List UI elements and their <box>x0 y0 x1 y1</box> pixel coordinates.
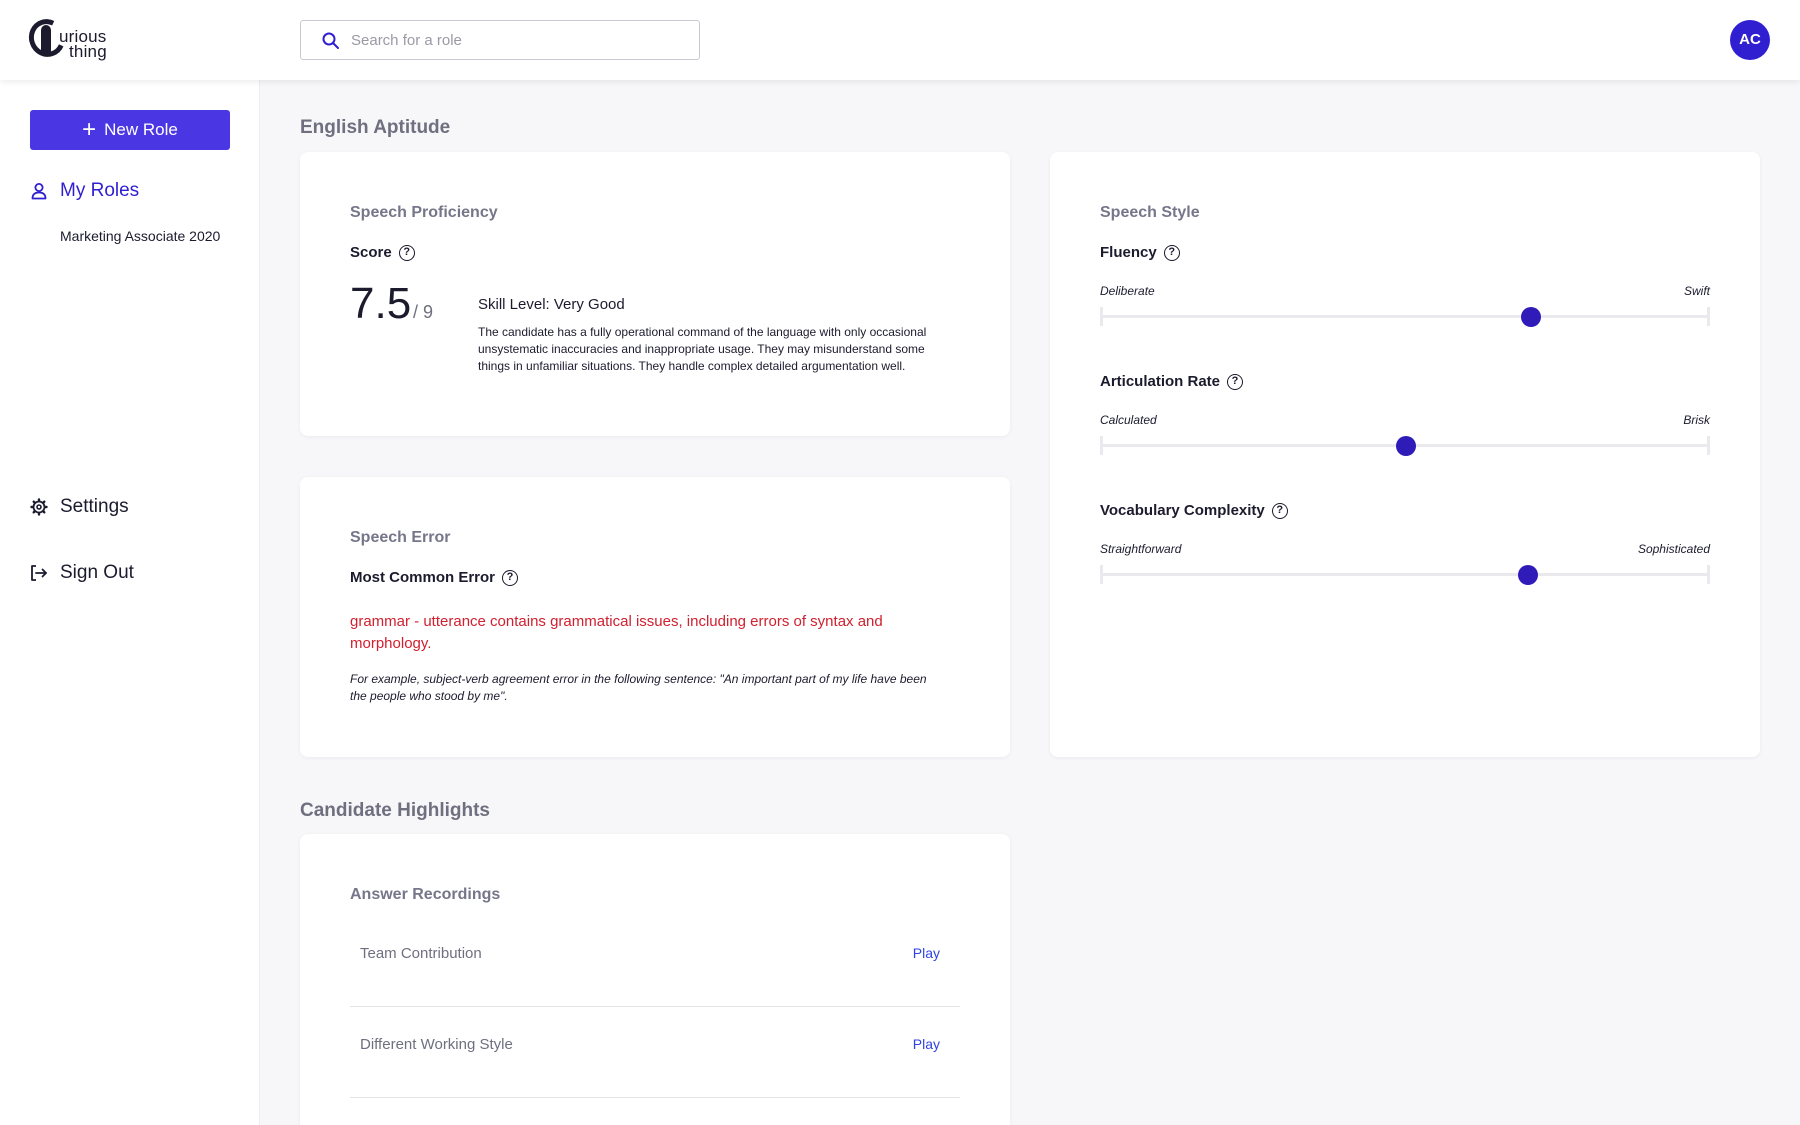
help-icon[interactable]: ? <box>1271 502 1288 519</box>
help-icon[interactable]: ? <box>398 244 415 261</box>
slider-max-label: Brisk <box>1683 413 1710 427</box>
section-title-candidate-highlights: Candidate Highlights <box>300 800 490 821</box>
recording-name: Team Contribution <box>360 945 482 962</box>
slider-label: Vocabulary Complexity ? <box>1100 502 1288 519</box>
error-description: grammar - utterance contains grammatical… <box>350 613 883 652</box>
card-title: Speech Proficiency <box>350 204 498 221</box>
slider-tick-end <box>1707 307 1710 326</box>
slider-min-label: Calculated <box>1100 413 1157 427</box>
help-icon[interactable]: ? <box>502 569 519 586</box>
slider-label: Fluency ? <box>1100 244 1180 261</box>
score-value: 7.5 <box>350 279 412 328</box>
slider-thumb <box>1396 436 1417 456</box>
section-title-english-aptitude: English Aptitude <box>300 117 451 138</box>
search-input[interactable] <box>351 21 691 59</box>
skill-description: The candidate has a fully operational co… <box>478 325 927 373</box>
slider-track <box>1100 573 1710 576</box>
vocabulary-complexity-slider: Vocabulary Complexity ? Straightforward … <box>1100 502 1710 602</box>
sidebar-item-label: Settings <box>60 496 129 517</box>
slider-track <box>1100 315 1710 318</box>
play-button[interactable]: Play <box>913 1036 940 1052</box>
sign-out-icon <box>31 565 47 581</box>
error-example: For example, subject-verb agreement erro… <box>350 672 927 703</box>
user-avatar[interactable]: AC <box>1730 20 1770 60</box>
sidebar-item-label: My Roles <box>60 180 140 201</box>
gear-icon <box>30 498 48 516</box>
help-icon[interactable]: ? <box>1227 373 1244 390</box>
slider-label-text: Articulation Rate <box>1100 373 1221 390</box>
card-title: Speech Error <box>350 529 451 546</box>
logo-text-line2: thing <box>69 42 107 61</box>
slider-max-label: Swift <box>1683 284 1710 298</box>
most-common-error-label-text: Most Common Error <box>350 569 496 586</box>
plus-icon: + <box>82 116 97 143</box>
slider-label: Articulation Rate ? <box>1100 373 1244 390</box>
sidebar-subitem-role[interactable]: Marketing Associate 2020 <box>60 226 230 247</box>
speech-error-card: Speech Error Most Common Error ? grammar… <box>300 477 1010 757</box>
play-button[interactable]: Play <box>913 945 940 961</box>
slider-tick-end <box>1707 565 1710 584</box>
score-max: / 9 <box>413 302 434 322</box>
sidebar: + New Role My Roles Marketing Associate … <box>0 80 260 1125</box>
fluency-slider: Fluency ? Deliberate Swift <box>1100 244 1710 344</box>
sidebar-item-sign-out[interactable]: Sign Out <box>30 562 134 584</box>
recording-row: Different Working Style Play <box>350 1008 960 1098</box>
sidebar-item-settings[interactable]: Settings <box>30 496 129 518</box>
search-box <box>300 20 700 60</box>
user-icon <box>31 183 47 200</box>
card-title: Answer Recordings <box>350 886 501 903</box>
search-icon <box>322 32 339 49</box>
skill-level: Skill Level: Very Good <box>478 296 625 313</box>
speech-style-card: Speech Style Fluency ? Deliberate Swift … <box>1050 152 1760 757</box>
articulation-rate-slider: Articulation Rate ? Calculated Brisk <box>1100 373 1710 473</box>
slider-thumb <box>1518 565 1539 585</box>
slider-max-label: Sophisticated <box>1637 542 1710 556</box>
slider-thumb <box>1521 307 1542 327</box>
recording-name: Different Working Style <box>360 1036 513 1053</box>
speech-proficiency-card: Speech Proficiency Score ? 7.5 / 9 Skill… <box>300 152 1010 436</box>
new-role-button[interactable]: + New Role <box>30 110 230 150</box>
most-common-error-label: Most Common Error ? <box>350 569 519 586</box>
top-header: urious thing AC <box>0 0 1800 80</box>
slider-min-label: Deliberate <box>1100 284 1155 298</box>
slider-tick-end <box>1707 436 1710 455</box>
curious-thing-logo[interactable]: urious thing <box>23 13 119 63</box>
sidebar-item-my-roles[interactable]: My Roles <box>30 180 139 202</box>
slider-tick-start <box>1100 307 1103 326</box>
slider-tick-start <box>1100 565 1103 584</box>
help-icon[interactable]: ? <box>1163 244 1180 261</box>
new-role-label: New Role <box>104 120 178 139</box>
recording-row: Team Contribution Play <box>350 917 960 1007</box>
sidebar-item-label: Sign Out <box>60 562 134 583</box>
score-label: Score ? <box>350 244 415 261</box>
slider-min-label: Straightforward <box>1100 542 1182 556</box>
logo-figure-icon <box>41 25 51 53</box>
slider-label-text: Fluency <box>1100 244 1157 261</box>
card-title: Speech Style <box>1100 204 1200 221</box>
answer-recordings-card: Answer Recordings Team Contribution Play… <box>300 834 1010 1125</box>
slider-label-text: Vocabulary Complexity <box>1100 502 1265 519</box>
score-label-text: Score <box>350 244 392 261</box>
slider-tick-start <box>1100 436 1103 455</box>
